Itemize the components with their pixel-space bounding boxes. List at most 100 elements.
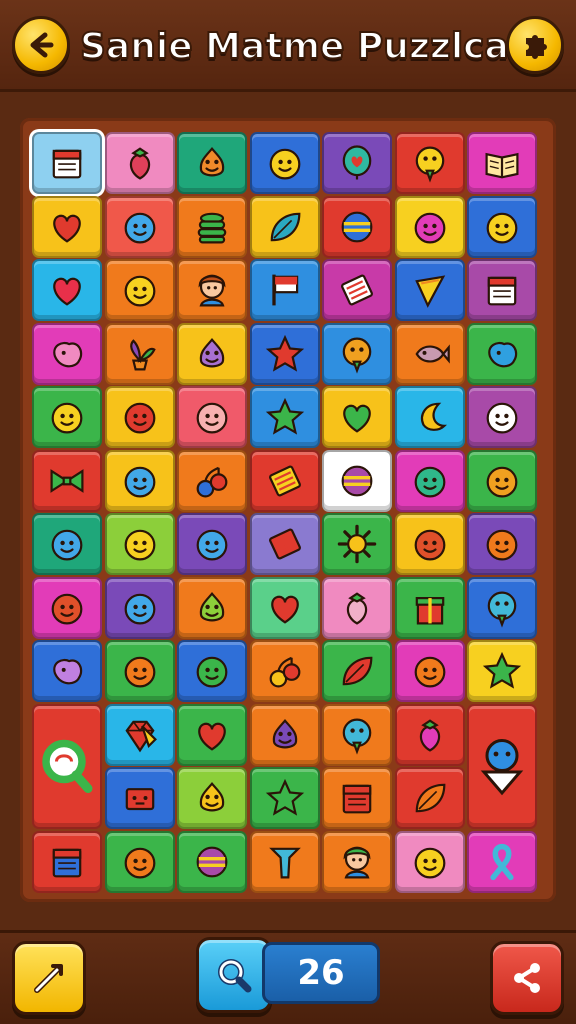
tile-gift[interactable] xyxy=(394,576,465,639)
smiley-icon xyxy=(414,529,445,561)
tile-person[interactable] xyxy=(322,830,392,893)
tile-blob[interactable] xyxy=(32,322,102,385)
tile-ribbon[interactable] xyxy=(467,830,537,893)
tile-smiley[interactable] xyxy=(394,195,465,258)
tile-bird-face[interactable] xyxy=(322,703,392,766)
tile-cherry[interactable] xyxy=(177,449,247,512)
game-board xyxy=(20,118,556,902)
tile-stack[interactable] xyxy=(177,195,247,258)
smiley-icon xyxy=(486,529,518,561)
back-button[interactable] xyxy=(12,16,70,74)
tile-fish[interactable] xyxy=(394,322,465,385)
puzzle-settings-icon xyxy=(526,35,547,59)
tile-heart[interactable] xyxy=(249,576,320,639)
tile-strawberry[interactable] xyxy=(322,576,392,639)
search-button[interactable] xyxy=(196,937,272,1013)
game-title: Sanie Matme Puzzlca xyxy=(79,25,510,68)
tile-star[interactable] xyxy=(249,767,320,829)
tile-calendar[interactable] xyxy=(322,767,392,829)
bird-face-icon xyxy=(342,718,372,755)
tile-bird-face[interactable] xyxy=(467,576,537,639)
tile-leaf[interactable] xyxy=(322,640,392,702)
tile-ball[interactable] xyxy=(322,195,392,258)
tile-calendar[interactable] xyxy=(467,259,537,321)
tile-gem[interactable] xyxy=(104,703,175,766)
tile-cone[interactable] xyxy=(394,259,465,321)
tile-balloon-heart[interactable] xyxy=(322,132,392,194)
tile-smiley[interactable] xyxy=(467,513,537,575)
tile-smiley[interactable] xyxy=(32,513,102,575)
bird-face-icon xyxy=(342,337,372,374)
blob-icon xyxy=(53,658,83,685)
tile-plant[interactable] xyxy=(104,322,175,385)
tile-smiley[interactable] xyxy=(32,386,102,448)
tile-pear-face[interactable] xyxy=(177,322,247,385)
tile-card[interactable] xyxy=(249,449,320,512)
tile-smiley[interactable] xyxy=(467,195,537,258)
tile-smiley[interactable] xyxy=(104,513,175,575)
tile-book[interactable] xyxy=(467,132,537,194)
tile-arrow-up[interactable] xyxy=(249,830,320,893)
tile-smiley[interactable] xyxy=(104,830,175,893)
tile-card[interactable] xyxy=(249,513,320,575)
smiley-icon xyxy=(124,593,155,624)
tile-sun[interactable] xyxy=(322,513,392,575)
tile-star[interactable] xyxy=(249,386,320,448)
tile-smiley[interactable] xyxy=(104,259,175,321)
calendar-icon xyxy=(52,848,82,877)
tile-pear-face[interactable] xyxy=(177,576,247,639)
tile-smiley[interactable] xyxy=(394,830,465,893)
share-button[interactable] xyxy=(490,941,564,1015)
tile-flag[interactable] xyxy=(249,259,320,321)
settings-button[interactable] xyxy=(506,16,564,74)
tile-cherry[interactable] xyxy=(249,640,320,702)
tile-heart[interactable] xyxy=(177,703,247,766)
tile-smiley[interactable] xyxy=(177,513,247,575)
tile-calendar[interactable] xyxy=(32,830,102,893)
tile-strawberry[interactable] xyxy=(394,703,465,766)
hint-button[interactable] xyxy=(12,941,86,1015)
tile-smiley[interactable] xyxy=(394,640,465,702)
tile-smiley[interactable] xyxy=(394,513,465,575)
tile-leaf[interactable] xyxy=(249,195,320,258)
tile-heart[interactable] xyxy=(32,259,102,321)
tile-smiley[interactable] xyxy=(467,386,537,448)
tile-smiley[interactable] xyxy=(104,195,175,258)
tile-bird-face[interactable] xyxy=(322,322,392,385)
tile-smiley[interactable] xyxy=(104,576,175,639)
tile-magnifier[interactable] xyxy=(32,703,102,829)
tile-leaf[interactable] xyxy=(394,767,465,829)
tile-box[interactable] xyxy=(104,767,175,829)
smiley-icon xyxy=(196,402,228,434)
tile-smiley[interactable] xyxy=(104,640,175,702)
tile-person[interactable] xyxy=(177,259,247,321)
tile-ball[interactable] xyxy=(322,449,392,512)
tile-smiley[interactable] xyxy=(394,449,465,512)
tile-smiley[interactable] xyxy=(177,640,247,702)
tile-ball[interactable] xyxy=(177,830,247,893)
tile-smiley[interactable] xyxy=(104,386,175,448)
tile-bird-face[interactable] xyxy=(394,132,465,194)
tile-card[interactable] xyxy=(322,259,392,321)
tile-star[interactable] xyxy=(467,640,537,702)
tile-heart[interactable] xyxy=(32,195,102,258)
tile-blob[interactable] xyxy=(467,322,537,385)
tile-star[interactable] xyxy=(249,322,320,385)
tile-smiley[interactable] xyxy=(32,576,102,639)
tile-smiley[interactable] xyxy=(177,386,247,448)
tile-pear-face[interactable] xyxy=(177,132,247,194)
tile-smiley[interactable] xyxy=(467,449,537,512)
tile-smiley[interactable] xyxy=(249,132,320,194)
tile-smiley-arrow[interactable] xyxy=(467,703,537,829)
tile-calendar[interactable] xyxy=(32,132,102,194)
tile-pear-face[interactable] xyxy=(249,703,320,766)
tile-bow[interactable] xyxy=(32,449,102,512)
tile-smiley[interactable] xyxy=(104,449,175,512)
tile-moon[interactable] xyxy=(394,386,465,448)
tile-strawberry[interactable] xyxy=(104,132,175,194)
tile-heart[interactable] xyxy=(322,386,392,448)
tile-blob[interactable] xyxy=(32,640,102,702)
gem-icon xyxy=(124,720,157,752)
tile-pear-face[interactable] xyxy=(177,767,247,829)
smiley-icon xyxy=(124,402,155,434)
